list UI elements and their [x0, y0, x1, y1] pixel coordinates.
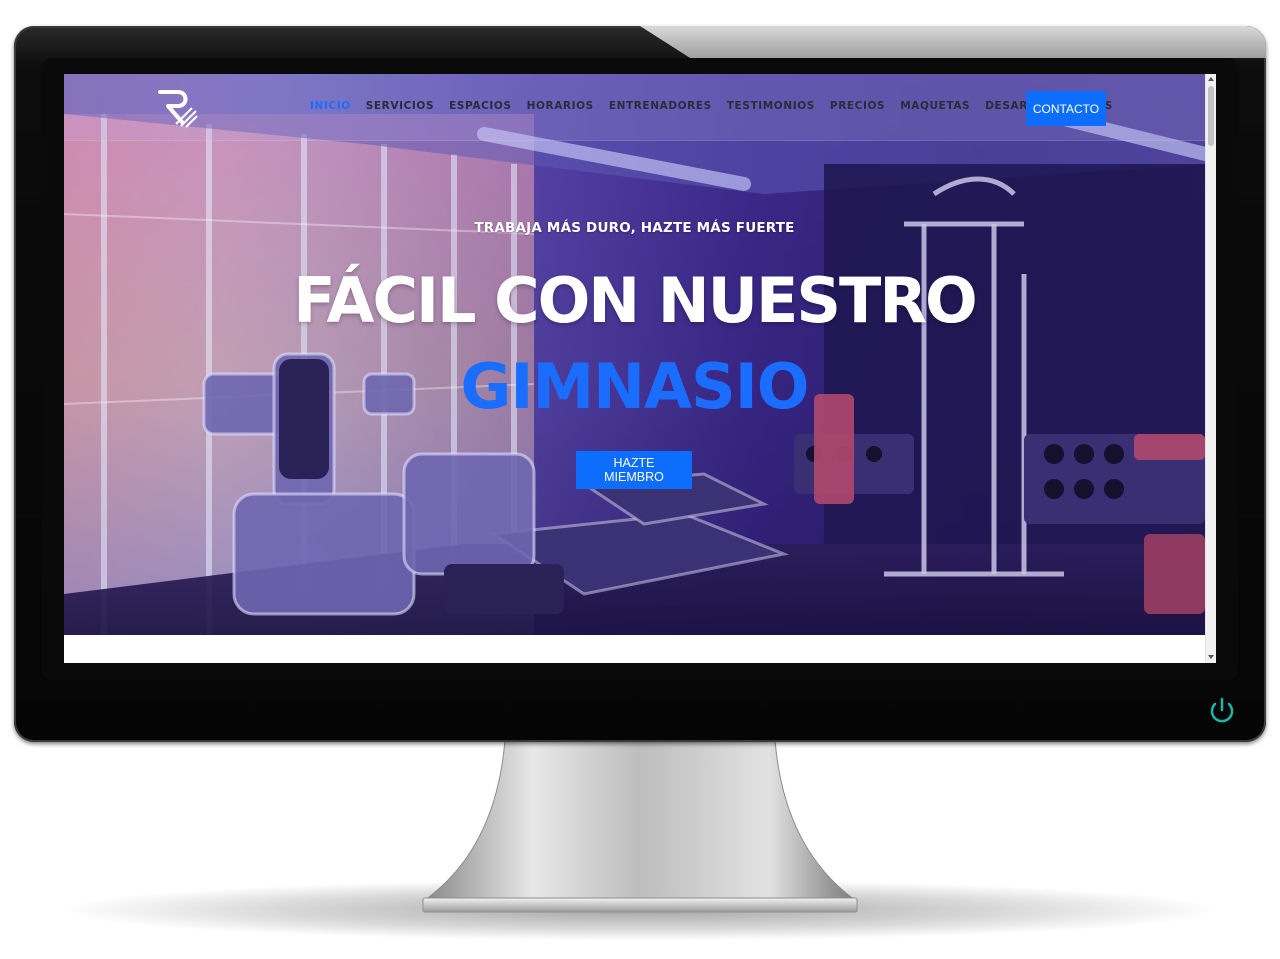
nav-item-servicios[interactable]: SERVICIOS — [366, 100, 434, 112]
hero-section: INICIO SERVICIOS ESPACIOS HORARIOS ENTRENADO… — [64, 74, 1205, 635]
join-member-button[interactable]: HAZTE MIEMBRO — [576, 451, 692, 489]
nav-menu: INICIO SERVICIOS ESPACIOS HORARIOS ENTRENADO… — [310, 100, 1128, 112]
hero-headline: FÁCIL CON NUESTRO — [293, 264, 978, 337]
nav-item-entrenadores[interactable]: ENTRENADORES — [609, 100, 712, 112]
hero-tagline: TRABAJA MÁS DURO, HAZTE MÁS FUERTE — [474, 220, 795, 236]
scroll-down-icon[interactable] — [1208, 655, 1214, 659]
power-icon[interactable] — [1205, 696, 1239, 726]
scroll-up-icon[interactable] — [1208, 77, 1214, 81]
nav-item-espacios[interactable]: ESPACIOS — [449, 100, 512, 112]
nav-item-testimonios[interactable]: TESTIMONIOS — [727, 100, 815, 112]
nav-item-maquetas[interactable]: MAQUETAS — [900, 100, 970, 112]
vertical-scrollbar[interactable] — [1205, 74, 1216, 663]
scroll-thumb[interactable] — [1208, 86, 1214, 146]
brand-logo-icon[interactable] — [156, 86, 198, 128]
contact-button[interactable]: CONTACTO — [1026, 91, 1106, 126]
hero-headline-accent: GIMNASIO — [460, 350, 810, 423]
nav-item-horarios[interactable]: HORARIOS — [527, 100, 594, 112]
browser-viewport: INICIO SERVICIOS ESPACIOS HORARIOS ENTRENADO… — [64, 74, 1216, 663]
nav-item-inicio[interactable]: INICIO — [310, 100, 351, 112]
top-navbar: INICIO SERVICIOS ESPACIOS HORARIOS ENTRENADO… — [64, 74, 1205, 141]
nav-item-precios[interactable]: PRECIOS — [830, 100, 885, 112]
monitor-mockup: INICIO SERVICIOS ESPACIOS HORARIOS ENTRENADO… — [0, 0, 1280, 959]
bezel-reflection — [640, 26, 1266, 58]
